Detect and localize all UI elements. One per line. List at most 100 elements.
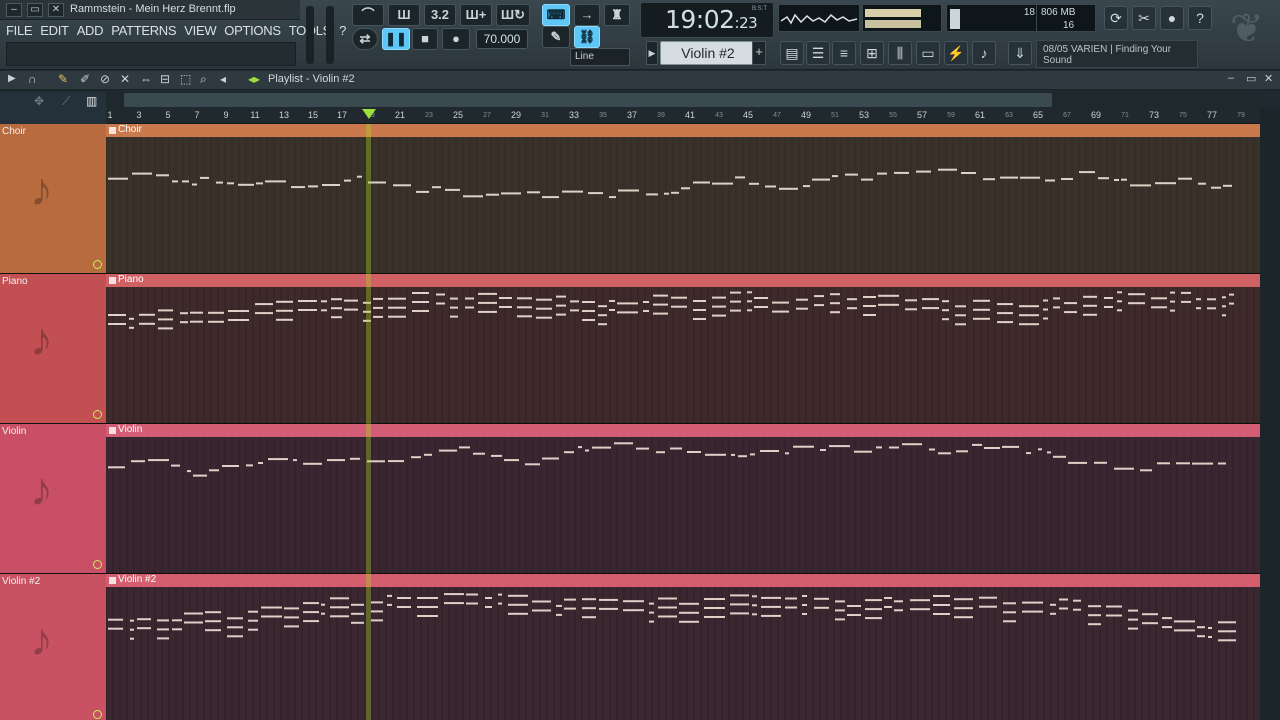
clip-header[interactable]: Violin (106, 424, 1260, 437)
record-button[interactable]: ● (442, 28, 470, 50)
scrollbar-thumb[interactable] (124, 93, 1052, 107)
playlist-icon[interactable]: ▤ (780, 41, 804, 65)
typing-keyboard-button[interactable]: ⌨ (542, 4, 570, 26)
delete-tool-icon[interactable]: ⊘ (100, 72, 110, 86)
mixer-icon[interactable]: ⫼ (888, 41, 912, 65)
playhead-marker[interactable] (362, 109, 376, 119)
clip-menu-icon[interactable] (109, 277, 116, 284)
menu-patterns[interactable]: PATTERNS (111, 23, 176, 38)
playhead[interactable] (366, 124, 371, 720)
project-icon[interactable]: ▭ (916, 41, 940, 65)
hat-icon[interactable]: ♜ (604, 4, 630, 26)
arrow-right-icon[interactable]: → (574, 4, 600, 26)
download-icon[interactable]: ⇓ (1008, 41, 1032, 65)
browser-icon[interactable]: ⊞ (860, 41, 884, 65)
clip-notes (106, 137, 1255, 273)
pencil-icon[interactable]: ✎ (542, 26, 570, 48)
select-tool-icon[interactable]: ⬚ (180, 72, 191, 86)
menu-edit[interactable]: EDIT (40, 23, 69, 38)
clip-menu-icon[interactable] (109, 577, 116, 584)
minimize-icon[interactable]: – (6, 3, 22, 17)
polyphony-value: 16 (1063, 20, 1075, 31)
mute-tool-icon[interactable]: ✕ (120, 72, 130, 86)
scissors-icon[interactable]: ✂ (1132, 6, 1156, 30)
step-button[interactable]: 3.2 (424, 4, 456, 26)
piano-roll-icon[interactable]: ≡ (832, 41, 856, 65)
clip-header[interactable]: Choir (106, 124, 1260, 137)
clip-header[interactable]: Violin #2 (106, 574, 1260, 587)
track-active-indicator[interactable] (93, 560, 102, 569)
channel-icon[interactable]: ⟋ (62, 94, 70, 109)
refresh-icon[interactable]: ⟳ (1104, 6, 1128, 30)
song-position-display[interactable]: B:S:T 19:02:23 (640, 2, 774, 38)
news-panel[interactable]: 08/05 VARIEN | Finding Your Sound (1036, 40, 1198, 68)
memory-value: 806 MB (1041, 7, 1076, 18)
note-icon[interactable]: ✥ (34, 94, 44, 108)
restore-icon[interactable]: ▭ (27, 3, 43, 17)
clip-menu-icon[interactable] (109, 127, 116, 134)
loop-record-button[interactable]: Ш↻ (496, 4, 530, 26)
microphone-icon[interactable]: ● (1160, 6, 1184, 30)
paint-tool-icon[interactable]: ✐ (80, 72, 90, 86)
link-icon[interactable]: ⛓ (574, 26, 600, 48)
music-note-icon: ♪ (30, 163, 53, 215)
help-icon[interactable]: ? (1188, 6, 1212, 30)
playlist-maximize-icon[interactable]: ▭ (1246, 72, 1256, 85)
track-name: Choir (2, 126, 26, 137)
master-pitch-slider[interactable] (326, 6, 334, 64)
playback-tool-icon[interactable]: ◂ (220, 72, 226, 86)
vertical-scrollbar[interactable] (1260, 108, 1280, 720)
close-icon[interactable]: ✕ (48, 3, 64, 17)
tempo-display[interactable]: 70.000 (476, 29, 528, 49)
pattern-selector[interactable]: Violin #2 (660, 41, 756, 65)
window-title-bar: – ▭ ✕ Rammstein - Mein Herz Brennt.flp (0, 0, 300, 20)
tempo-tap-icon[interactable]: ♪ (972, 41, 996, 65)
pattern-clip[interactable]: Violin (106, 424, 1260, 574)
zoom-tool-icon[interactable]: ⌕ (200, 72, 207, 87)
track-active-indicator[interactable] (93, 410, 102, 419)
bar-number: 37 (626, 110, 638, 120)
slice-tool-icon[interactable]: ⊟ (160, 72, 170, 86)
slip-tool-icon[interactable]: ⇔ (140, 72, 152, 86)
pattern-prev-button[interactable]: ▶ (646, 41, 658, 65)
blend-button[interactable]: Ш+ (460, 4, 492, 26)
menu-help[interactable]: ? (339, 23, 346, 38)
bar-number: 27 (483, 112, 491, 119)
master-volume-slider[interactable] (306, 6, 314, 64)
track-header[interactable]: Violin #2 ♪ (0, 574, 106, 720)
timeline-ruler[interactable]: 1 3 5 7 9 11 13 15 17 19 21 23 25 27 29 31 33 35 37 39 41 43 4… (106, 108, 1260, 124)
pattern-song-toggle[interactable]: ⇄ (352, 28, 378, 50)
pattern-arrows-icon[interactable]: ◂▸ (248, 72, 260, 86)
pattern-clip[interactable]: Piano (106, 274, 1260, 424)
snap-select[interactable]: Line (570, 48, 630, 66)
plugin-icon[interactable]: ⚡ (944, 41, 968, 65)
track-name: Violin (2, 426, 27, 437)
playlist-menu-arrow-icon[interactable]: ▶ (8, 73, 16, 84)
track-header[interactable]: Violin ♪ (0, 424, 106, 574)
menu-options[interactable]: OPTIONS (224, 23, 281, 38)
track-active-indicator[interactable] (93, 710, 102, 719)
pattern-clip[interactable]: Choir (106, 124, 1260, 274)
metronome-button[interactable]: ⌒ (352, 4, 384, 26)
draw-tool-icon[interactable]: ✎ (58, 72, 68, 86)
add-pattern-button[interactable]: + (752, 41, 766, 65)
magnet-icon[interactable]: ∩ (28, 72, 37, 86)
wait-input-button[interactable]: Ш (388, 4, 420, 26)
pattern-icon[interactable]: ▥ (86, 94, 97, 108)
stop-button[interactable]: ■ (412, 28, 438, 50)
memory-meter: 806 MB 16 (1036, 4, 1096, 32)
menu-view[interactable]: VIEW (184, 23, 216, 38)
track-active-indicator[interactable] (93, 260, 102, 269)
clip-header[interactable]: Piano (106, 274, 1260, 287)
pause-button[interactable]: ❚❚ (382, 28, 410, 50)
pattern-clip[interactable]: Violin #2 (106, 574, 1260, 720)
bar-number: 5 (165, 110, 171, 120)
channel-rack-icon[interactable]: ☰ (806, 41, 830, 65)
track-header[interactable]: Piano ♪ (0, 274, 106, 424)
track-header[interactable]: Choir ♪ (0, 124, 106, 274)
menu-file[interactable]: FILE (6, 23, 33, 38)
playlist-close-icon[interactable]: ✕ (1264, 72, 1273, 85)
menu-add[interactable]: ADD (77, 23, 104, 38)
clip-menu-icon[interactable] (109, 427, 116, 434)
playlist-minimize-icon[interactable]: – (1228, 72, 1234, 84)
